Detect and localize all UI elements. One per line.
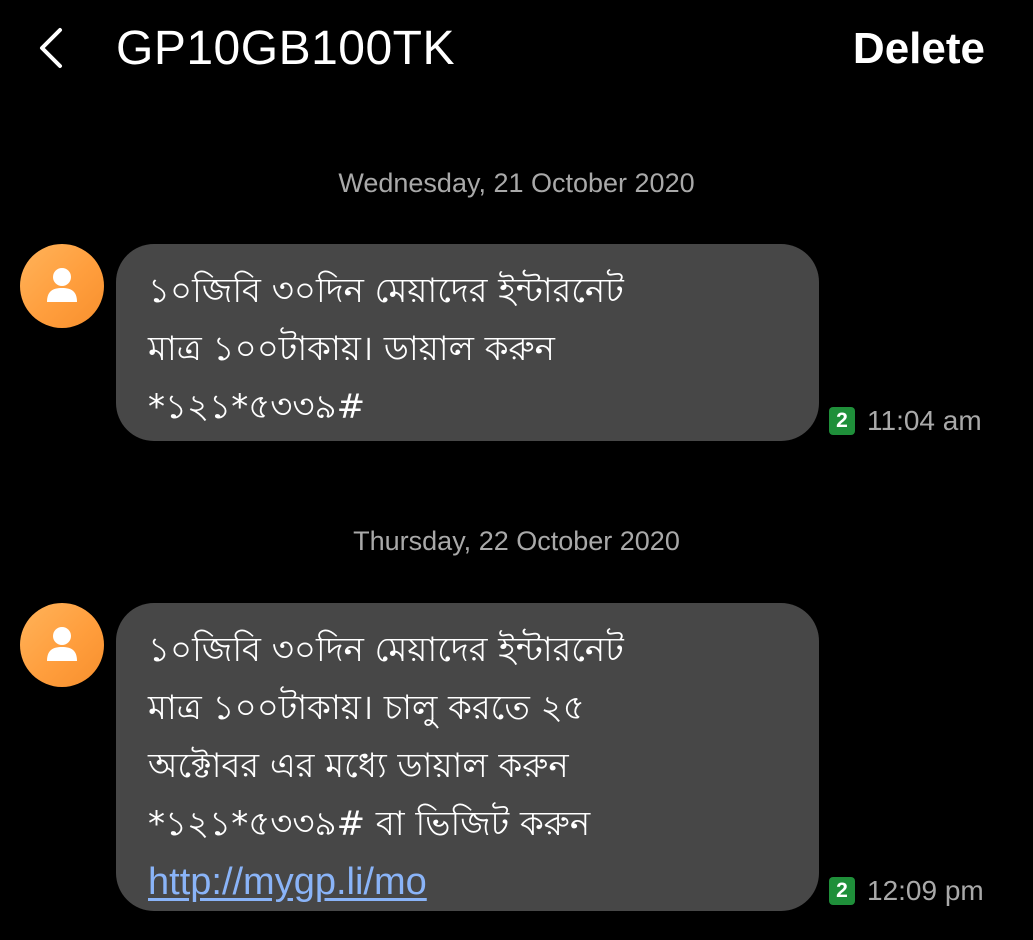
sim-2-badge: 2 bbox=[829, 877, 855, 905]
message-text-line: *১২১*৫৩৩৯# বা ভিজিট করুন bbox=[148, 804, 591, 844]
message-text-line: মাত্র ১০০টাকায়। চালু করতে ২৫ bbox=[148, 688, 585, 728]
message-link[interactable]: http://mygp.li/mo bbox=[148, 861, 427, 903]
message-bubble[interactable]: ১০জিবি ৩০দিন মেয়াদের ইন্টারনেট মাত্র ১০… bbox=[116, 244, 819, 441]
message-text-line: ১০জিবি ৩০দিন মেয়াদের ইন্টারনেট bbox=[148, 271, 624, 311]
message-text-line: অক্টোবর এর মধ্যে ডায়াল করুন bbox=[148, 746, 569, 786]
message-time: 11:04 am bbox=[867, 405, 982, 436]
message-meta: 2 11:04 am bbox=[829, 404, 982, 438]
message-bubble[interactable]: ১০জিবি ৩০দিন মেয়াদের ইন্টারনেট মাত্র ১০… bbox=[116, 603, 819, 911]
date-separator: Thursday, 22 October 2020 bbox=[353, 526, 680, 556]
conversation-header: GP10GB100TK Delete bbox=[0, 0, 1033, 100]
message-meta: 2 12:09 pm bbox=[829, 874, 984, 908]
delete-button[interactable]: Delete bbox=[853, 20, 985, 78]
message-text-line: ১০জিবি ৩০দিন মেয়াদের ইন্টারনেট bbox=[148, 630, 624, 670]
back-button[interactable] bbox=[24, 18, 80, 78]
person-icon bbox=[47, 627, 77, 661]
conversation-title: GP10GB100TK bbox=[116, 22, 456, 75]
sim-2-badge: 2 bbox=[829, 407, 855, 435]
sender-avatar[interactable] bbox=[20, 244, 104, 328]
message-text-line: *১২১*৫৩৩৯# bbox=[148, 387, 366, 427]
message-text-line: মাত্র ১০০টাকায়। ডায়াল করুন bbox=[148, 329, 555, 369]
sender-avatar[interactable] bbox=[20, 603, 104, 687]
chevron-left-icon bbox=[40, 28, 62, 68]
person-icon bbox=[47, 268, 77, 302]
date-separator: Wednesday, 21 October 2020 bbox=[338, 168, 695, 198]
message-time: 12:09 pm bbox=[867, 875, 984, 906]
